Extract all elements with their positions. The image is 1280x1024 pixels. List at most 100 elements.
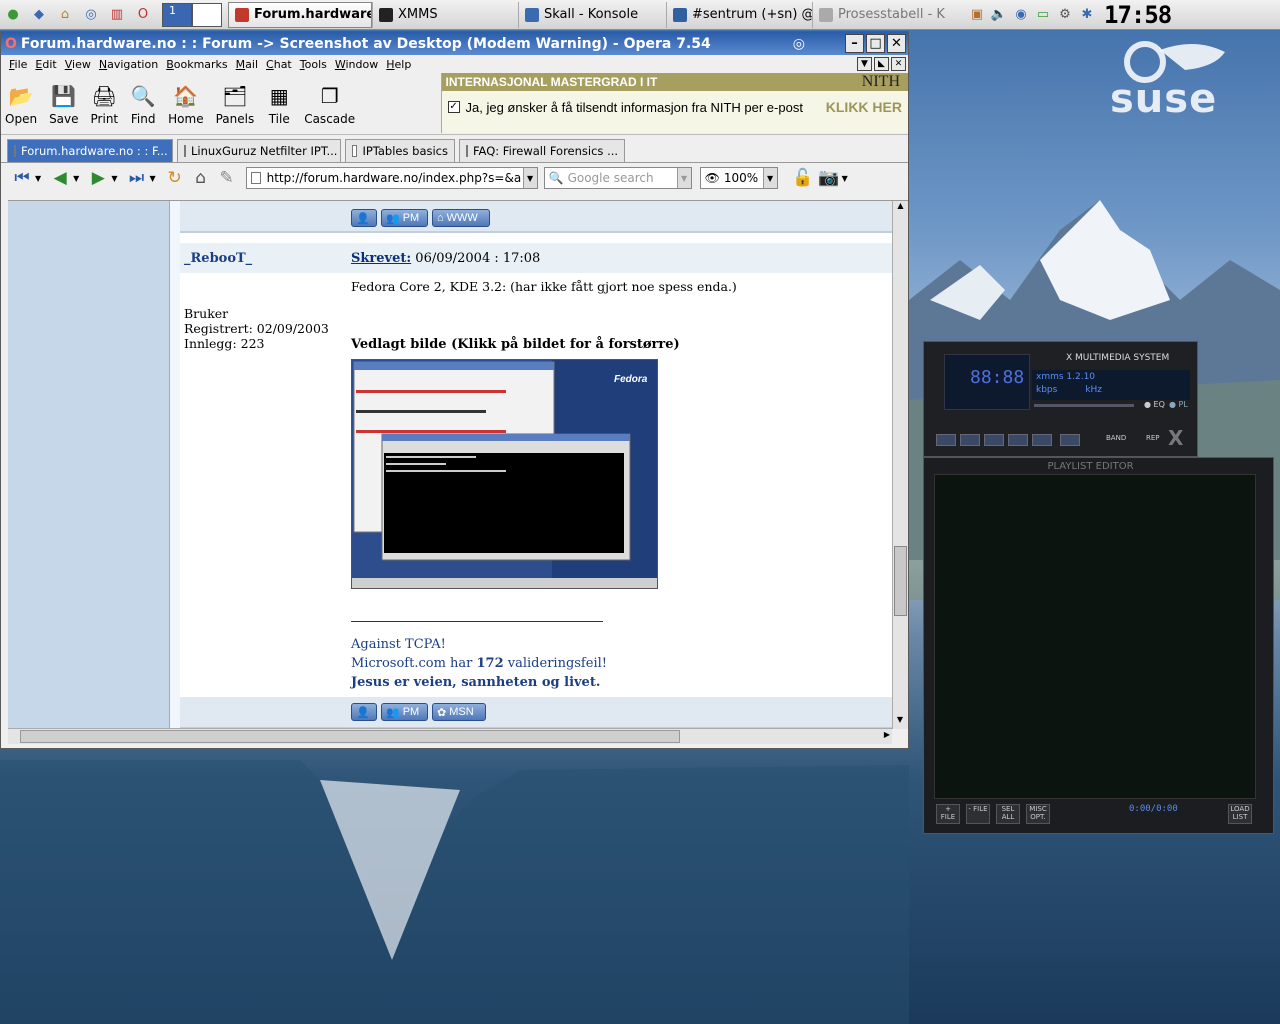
doc-close-button[interactable]: ✕ <box>891 57 906 71</box>
fast-forward-icon[interactable]: ⏭ <box>123 167 149 189</box>
doc-minimize-button[interactable]: ▼ <box>857 57 872 71</box>
maximize-button[interactable]: □ <box>866 34 885 53</box>
menu-navigation[interactable]: Navigation <box>99 58 158 71</box>
panels-button[interactable]: 🗂 Panels <box>216 83 255 126</box>
repeat-button[interactable]: REP <box>1146 434 1160 442</box>
chevron-down-icon[interactable]: ▼ <box>676 168 691 188</box>
author-name[interactable]: _RebooT_ <box>184 251 252 266</box>
calendar-launcher-icon[interactable]: ▥ <box>105 3 129 27</box>
speaker-icon[interactable]: 🔈 <box>989 5 1009 25</box>
gear-icon[interactable]: ⚙ <box>1055 5 1075 25</box>
home-launcher-icon[interactable]: ⌂ <box>53 3 77 27</box>
kde-menu-icon[interactable]: ● <box>1 3 25 27</box>
previous-button[interactable] <box>936 434 956 446</box>
chevron-down-icon[interactable]: ▼ <box>762 168 777 188</box>
vertical-scrollbar[interactable]: ▲ ▼ <box>892 201 908 729</box>
chevron-down-icon[interactable]: ▼ <box>842 174 848 183</box>
reload-icon[interactable]: ↻ <box>162 167 188 189</box>
bluetooth-icon[interactable]: ✱ <box>1077 5 1097 25</box>
select-all-button[interactable]: SEL ALL <box>996 804 1020 824</box>
menu-tools[interactable]: Tools <box>300 58 327 71</box>
edit-pen-icon[interactable]: ✎ <box>214 167 240 189</box>
back-arrow-icon[interactable]: ◀ <box>47 167 73 189</box>
menu-help[interactable]: Help <box>386 58 411 71</box>
profile-button[interactable]: 👤 <box>351 703 377 721</box>
attached-screenshot-thumbnail[interactable]: Fedora <box>351 359 658 589</box>
clock[interactable]: 17:58 <box>1104 1 1172 29</box>
chevron-down-icon[interactable]: ▼ <box>522 168 537 188</box>
vertical-scroll-thumb[interactable] <box>894 546 907 616</box>
forward-arrow-icon[interactable]: ▶ <box>85 167 111 189</box>
chevron-down-icon[interactable]: ▼ <box>111 174 117 183</box>
profile-button[interactable]: 👤 <box>351 209 377 227</box>
opera-launcher-icon[interactable]: O <box>131 3 155 27</box>
menu-view[interactable]: View <box>65 58 91 71</box>
scroll-down-arrow-icon[interactable]: ▼ <box>893 715 907 729</box>
task-xmms[interactable]: XMMS <box>372 1 518 28</box>
pager-desktop-2[interactable] <box>192 2 222 27</box>
band-button[interactable]: BAND <box>1106 434 1126 442</box>
cube-launcher-icon[interactable]: ◆ <box>27 3 51 27</box>
tab-linuxguruz[interactable]: LinuxGuruz Netfilter IPT... <box>177 139 341 162</box>
stop-button[interactable] <box>1008 434 1028 446</box>
scroll-up-arrow-icon[interactable]: ▲ <box>893 201 908 215</box>
cascade-button[interactable]: ❐ Cascade <box>304 83 355 126</box>
eq-toggle[interactable]: ● EQ <box>1144 400 1165 409</box>
menu-mail[interactable]: Mail <box>236 58 258 71</box>
www-button[interactable]: ⌂ WWW <box>432 209 490 227</box>
tile-button[interactable]: ▦ Tile <box>266 83 292 126</box>
open-button[interactable]: 📂 Open <box>5 83 37 126</box>
pause-button[interactable] <box>984 434 1004 446</box>
tab-iptables-basics[interactable]: IPTables basics <box>345 139 455 162</box>
network-icon[interactable]: ◉ <box>1011 5 1031 25</box>
eject-button[interactable] <box>1060 434 1080 446</box>
chevron-down-icon[interactable]: ▼ <box>149 174 155 183</box>
menu-chat[interactable]: Chat <box>266 58 292 71</box>
lock-icon[interactable]: 🔓 <box>790 167 816 189</box>
horizontal-scrollbar[interactable]: ▶ <box>8 728 892 744</box>
zoom-select[interactable]: 👁 100% ▼ <box>699 167 778 189</box>
banner-checkbox[interactable]: ✓ <box>447 101 460 113</box>
chevron-down-icon[interactable]: ▼ <box>73 174 79 183</box>
menu-edit[interactable]: Edit <box>35 58 56 71</box>
doc-restore-button[interactable]: ◣ <box>874 57 889 71</box>
chevron-down-icon[interactable]: ▼ <box>35 174 41 183</box>
close-button[interactable]: ✕ <box>887 34 906 53</box>
klipper-icon[interactable]: ▣ <box>967 5 987 25</box>
task-irc[interactable]: #sentrum (+sn) @ <box>666 1 812 28</box>
banner-cta-link[interactable]: KLIKK HER <box>826 99 902 115</box>
volume-slider[interactable] <box>1034 404 1134 407</box>
rewind-icon[interactable]: ⏮ <box>9 167 35 189</box>
find-button[interactable]: 🔍 Find <box>130 83 156 126</box>
print-button[interactable]: 🖨 Print <box>91 83 119 126</box>
tab-forum-hardware[interactable]: Forum.hardware.no : : F... <box>7 139 173 162</box>
home-icon[interactable]: ⌂ <box>188 167 214 189</box>
minimize-button[interactable]: – <box>845 34 864 53</box>
search-input[interactable]: 🔍 Google search ▼ <box>543 167 692 189</box>
url-input[interactable]: http://forum.hardware.no/index.php?s=&ac… <box>245 167 538 189</box>
save-button[interactable]: 💾 Save <box>49 83 78 126</box>
msn-button[interactable]: ✿ MSN <box>432 703 486 721</box>
remove-file-button[interactable]: - FILE <box>966 804 990 824</box>
playlist-area[interactable] <box>934 474 1256 799</box>
play-button[interactable] <box>960 434 980 446</box>
camera-icon[interactable]: 📷 <box>816 167 842 189</box>
pm-button[interactable]: 👥 PM <box>381 703 428 721</box>
pl-toggle[interactable]: ● PL <box>1169 400 1188 409</box>
misc-options-button[interactable]: MISC OPT. <box>1026 804 1050 824</box>
menu-bookmarks[interactable]: Bookmarks <box>166 58 227 71</box>
horizontal-scroll-thumb[interactable] <box>20 730 680 743</box>
task-process-table[interactable]: Prosesstabell - K <box>812 1 962 28</box>
next-button[interactable] <box>1032 434 1052 446</box>
window-titlebar[interactable]: O Forum.hardware.no : : Forum -> Screens… <box>1 32 908 55</box>
menu-window[interactable]: Window <box>335 58 378 71</box>
battery-icon[interactable]: ▭ <box>1033 5 1053 25</box>
nith-banner-ad[interactable]: INTERNASJONAL MASTERGRAD I IT NITH ✓ Ja,… <box>440 73 908 133</box>
home-button[interactable]: 🏠 Home <box>168 83 203 126</box>
load-list-button[interactable]: LOAD LIST <box>1228 804 1252 824</box>
tab-firewall-forensics[interactable]: FAQ: Firewall Forensics ... <box>459 139 625 162</box>
pm-button[interactable]: 👥 PM <box>381 209 428 227</box>
task-opera[interactable]: Forum.hardware <box>228 1 372 28</box>
scroll-right-arrow-icon[interactable]: ▶ <box>884 730 890 739</box>
add-file-button[interactable]: + FILE <box>936 804 960 824</box>
